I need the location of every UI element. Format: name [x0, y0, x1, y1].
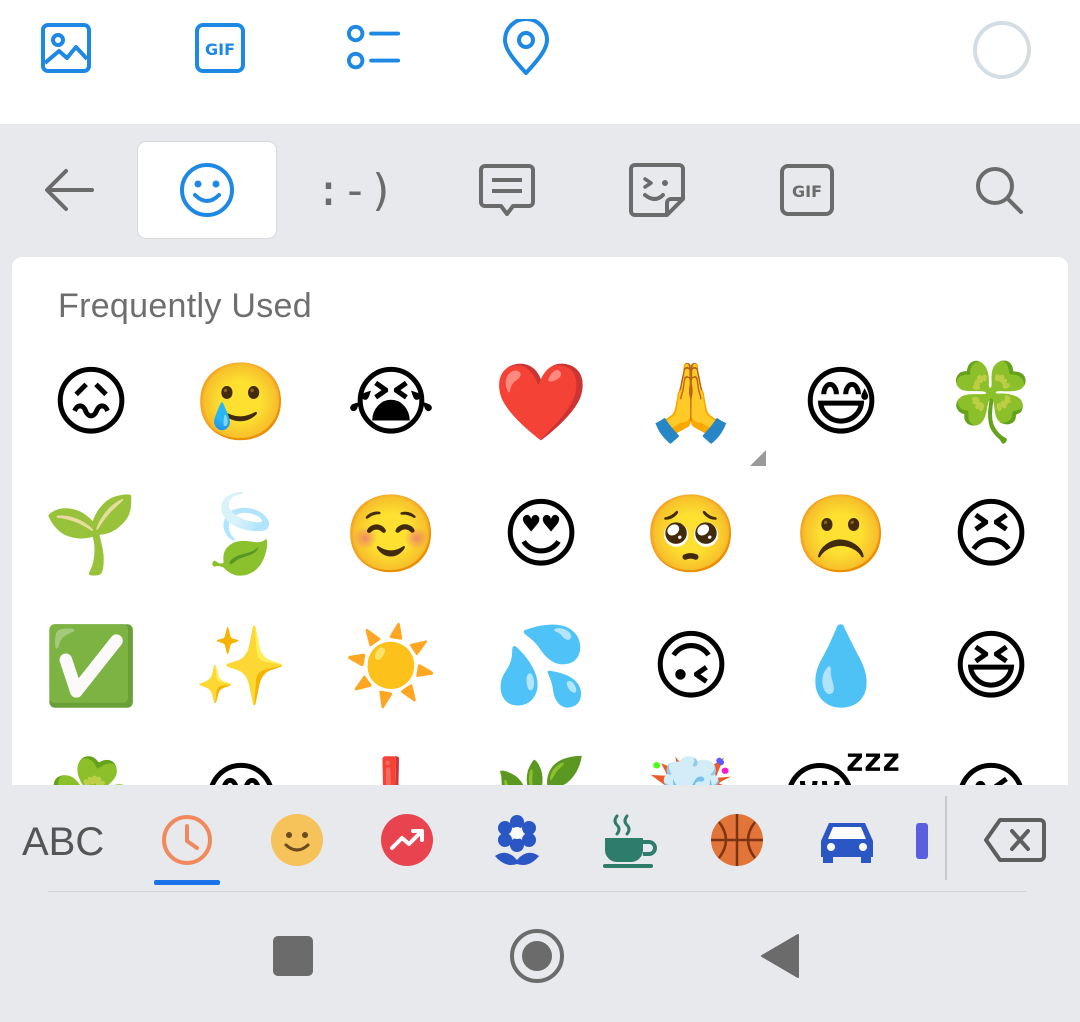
- smiley-icon: [271, 814, 323, 866]
- emoji-cell[interactable]: ☀️: [316, 601, 466, 731]
- emoji-face-icon: [180, 163, 234, 217]
- emoji-cell[interactable]: ☺️: [316, 469, 466, 599]
- emoji-cell[interactable]: 🙃: [616, 601, 766, 731]
- food-tab[interactable]: [597, 808, 661, 872]
- active-tab-indicator: [154, 880, 220, 885]
- emoticon-label: :-): [315, 164, 395, 216]
- recent-tab[interactable]: [155, 808, 219, 872]
- emoji-cell[interactable]: 🍀: [916, 337, 1066, 467]
- emoji-cell[interactable]: 🥺: [616, 469, 766, 599]
- list-icon[interactable]: [346, 20, 402, 76]
- emoji-cell[interactable]: ❗: [316, 733, 466, 786]
- sticker-icon: [629, 163, 685, 217]
- recents-button[interactable]: [258, 926, 328, 986]
- gif-label: GIF: [205, 40, 235, 59]
- emoji-cell[interactable]: 😣: [916, 469, 1066, 599]
- objects-tab[interactable]: [912, 808, 942, 872]
- emoji-cell[interactable]: 💧: [766, 601, 916, 731]
- abc-button[interactable]: ABC: [22, 820, 104, 865]
- back-triangle-icon: [761, 934, 799, 978]
- emoji-cell[interactable]: ☹️: [766, 469, 916, 599]
- emoji-cell[interactable]: ☘️: [16, 733, 166, 786]
- loading-spinner-icon: [972, 20, 1032, 80]
- flower-icon: [495, 815, 539, 865]
- emoji-cell[interactable]: 🤯: [616, 733, 766, 786]
- basketball-icon: [711, 814, 763, 866]
- emoji-cell[interactable]: 🌱: [16, 469, 166, 599]
- backspace-button[interactable]: [982, 814, 1048, 866]
- search-button[interactable]: [930, 142, 1068, 238]
- emoji-cell[interactable]: 😅: [766, 337, 916, 467]
- system-navigation-bar: [0, 892, 1080, 1022]
- back-arrow-icon: [45, 169, 94, 211]
- gif-button[interactable]: GIF: [192, 20, 248, 76]
- recents-square-icon: [273, 936, 313, 976]
- emoji-panel: Frequently Used 😖 🥲 😭 ❤️ 🙏 😅 🍀 🌱 🍃 ☺️ 😍 🥺 ☹️ 😣 ✅ ✨ ☀️ 💦 🙃 💧…: [12, 257, 1068, 785]
- smileys-tab[interactable]: [265, 808, 329, 872]
- emoji-cell[interactable]: 💦: [466, 601, 616, 731]
- search-icon: [976, 167, 1023, 214]
- emoji-cell[interactable]: 😊: [166, 733, 316, 786]
- emoji-cell[interactable]: 🍃: [166, 469, 316, 599]
- emoji-cell[interactable]: ✅: [16, 601, 166, 731]
- tab-sticker[interactable]: [588, 142, 726, 238]
- emoji-cell[interactable]: 🌿: [466, 733, 616, 786]
- car-icon: [821, 823, 873, 863]
- emoji-cell[interactable]: 😉: [916, 733, 1066, 786]
- home-circle-icon: [510, 929, 564, 983]
- emoji-cell[interactable]: ❤️: [466, 337, 616, 467]
- nature-tab[interactable]: [485, 808, 549, 872]
- back-button[interactable]: [0, 142, 138, 238]
- emoji-cell[interactable]: 😍: [466, 469, 616, 599]
- top-toolbar: GIF: [0, 0, 1080, 124]
- tab-gif[interactable]: GIF: [738, 142, 876, 238]
- tab-text-message[interactable]: [438, 142, 576, 238]
- text-message-icon: [479, 164, 535, 216]
- back-button-system[interactable]: [746, 926, 816, 986]
- location-icon[interactable]: [498, 19, 554, 76]
- bottom-category-nav: ABC: [0, 786, 1080, 892]
- activity-tab[interactable]: [705, 808, 769, 872]
- emoji-cell[interactable]: 😭: [316, 337, 466, 467]
- emoji-cell[interactable]: 🙏: [616, 337, 766, 467]
- trending-icon: [381, 814, 433, 866]
- recent-clock-icon: [162, 815, 212, 865]
- object-icon: [916, 823, 928, 859]
- emoji-cell[interactable]: 🥲: [166, 337, 316, 467]
- emoji-cell[interactable]: 😆: [916, 601, 1066, 731]
- emoji-category-bar: :-) GIF: [0, 124, 1080, 256]
- backspace-icon: [984, 818, 1046, 862]
- tab-emoji[interactable]: [138, 142, 276, 238]
- tab-emoticon[interactable]: :-): [286, 142, 424, 238]
- section-title: Frequently Used: [58, 287, 312, 325]
- gif-tab-label: GIF: [792, 182, 822, 201]
- skin-tone-variant-indicator: [750, 450, 766, 466]
- coffee-icon: [603, 814, 657, 868]
- emoji-cell[interactable]: ✨: [166, 601, 316, 731]
- travel-tab[interactable]: [815, 808, 879, 872]
- nav-divider: [945, 796, 947, 880]
- image-icon[interactable]: [38, 20, 94, 76]
- trending-tab[interactable]: [375, 808, 439, 872]
- home-button[interactable]: [502, 926, 572, 986]
- gif-icon: GIF: [780, 164, 834, 216]
- emoji-cell[interactable]: 😖: [16, 337, 166, 467]
- emoji-cell[interactable]: 😴: [766, 733, 916, 786]
